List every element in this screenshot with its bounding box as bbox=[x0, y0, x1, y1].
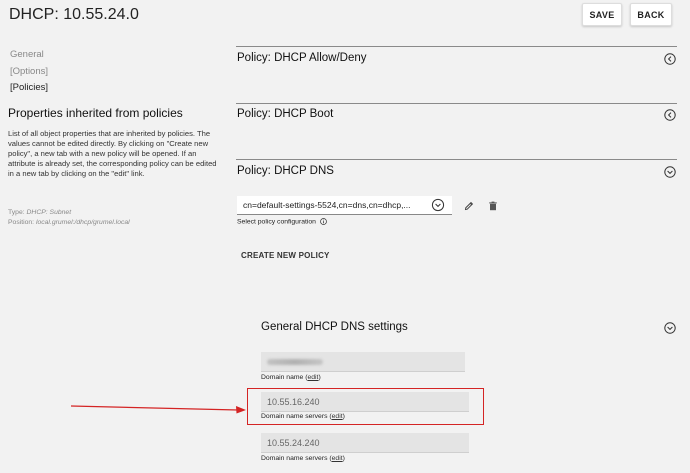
edit-link[interactable]: edit bbox=[332, 455, 343, 462]
sidebar-heading: Properties inherited from policies bbox=[8, 106, 183, 120]
position-key: Position: bbox=[8, 219, 35, 226]
pencil-icon[interactable] bbox=[463, 200, 475, 212]
nav-options[interactable]: [Options] bbox=[10, 66, 48, 77]
object-position: Position: local.grumel:/dhcp/grumel.loca… bbox=[8, 219, 130, 226]
section-title-allow-deny[interactable]: Policy: DHCP Allow/Deny bbox=[237, 52, 367, 64]
field-label-text: Domain name servers bbox=[261, 455, 328, 462]
section-title-boot[interactable]: Policy: DHCP Boot bbox=[237, 108, 333, 120]
policy-select[interactable]: cn=default-settings-5524,cn=dns,cn=dhcp,… bbox=[237, 196, 452, 215]
redacted-value bbox=[267, 359, 323, 365]
collapse-left-icon[interactable] bbox=[664, 53, 676, 65]
domain-name-label: Domain name (edit) bbox=[261, 374, 321, 381]
select-caption-text: Select policy configuration bbox=[237, 218, 316, 226]
annotation-arrow-icon bbox=[70, 405, 246, 414]
domain-name-servers-field-inherited[interactable]: 10.55.24.240 bbox=[261, 433, 469, 453]
object-type: Type: DHCP: Subnet bbox=[8, 209, 71, 216]
annotation-highlight-box bbox=[247, 388, 484, 425]
page-title: DHCP: 10.55.24.0 bbox=[9, 6, 139, 23]
domain-name-servers-label: Domain name servers (edit) bbox=[261, 455, 345, 462]
create-new-policy-button[interactable]: CREATE NEW POLICY bbox=[241, 251, 330, 260]
chevron-down-icon[interactable] bbox=[431, 198, 445, 212]
field-label-text: Domain name bbox=[261, 374, 304, 381]
back-button[interactable]: BACK bbox=[630, 3, 672, 26]
select-caption: Select policy configuration bbox=[237, 218, 327, 225]
section-divider bbox=[236, 103, 677, 104]
save-button[interactable]: SAVE bbox=[582, 3, 622, 26]
settings-title: General DHCP DNS settings bbox=[261, 321, 408, 333]
nav-general[interactable]: General bbox=[10, 49, 44, 60]
sidebar-description: List of all object properties that are i… bbox=[8, 129, 217, 178]
section-divider bbox=[236, 46, 677, 47]
type-value: DHCP: Subnet bbox=[26, 209, 72, 216]
edit-link[interactable]: edit bbox=[307, 374, 318, 381]
info-icon[interactable] bbox=[320, 218, 327, 225]
trash-icon[interactable] bbox=[487, 200, 499, 212]
expand-down-icon[interactable] bbox=[664, 166, 676, 178]
position-value: local.grumel:/dhcp/grumel.local bbox=[35, 219, 130, 226]
section-divider bbox=[236, 159, 677, 160]
type-key: Type: bbox=[8, 209, 25, 216]
domain-name-field[interactable] bbox=[261, 352, 465, 372]
expand-down-icon[interactable] bbox=[664, 322, 676, 334]
collapse-left-icon[interactable] bbox=[664, 109, 676, 121]
section-title-dns[interactable]: Policy: DHCP DNS bbox=[237, 165, 334, 177]
nav-policies[interactable]: [Policies] bbox=[10, 82, 48, 93]
